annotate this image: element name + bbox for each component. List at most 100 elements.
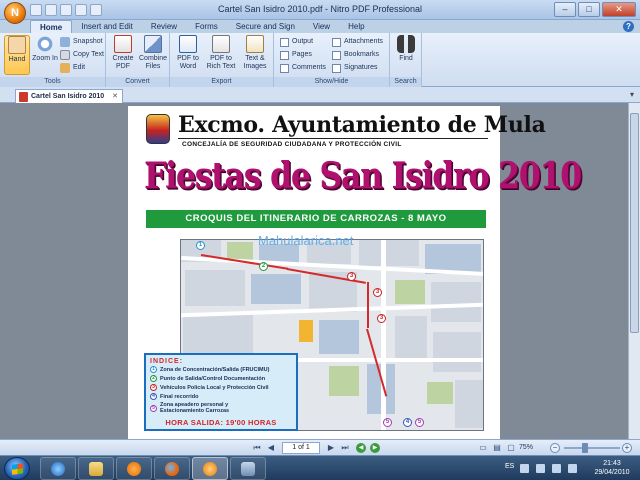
- scrollbar-thumb[interactable]: [630, 113, 639, 333]
- taskbar-media-player[interactable]: [116, 457, 152, 480]
- hand-icon: [8, 36, 26, 54]
- previous-page-icon[interactable]: ◀: [266, 443, 276, 453]
- pdf-file-icon: [19, 92, 28, 102]
- tray-flag-icon[interactable]: [536, 464, 545, 473]
- map-road: [381, 240, 386, 430]
- first-page-icon[interactable]: ⏮: [252, 443, 262, 453]
- taskbar-file-explorer[interactable]: [78, 457, 114, 480]
- pencil-icon: [60, 63, 70, 73]
- single-page-icon[interactable]: ▭: [478, 443, 488, 453]
- tab-insert-and-edit[interactable]: Insert and Edit: [72, 20, 142, 33]
- taskbar: ES 21:43 29/04/2010: [0, 455, 640, 480]
- tray-volume-icon[interactable]: [568, 464, 577, 473]
- legend-text: Punto de Salida/Control Documentación: [160, 375, 266, 382]
- nitro-pdf-icon: [203, 461, 217, 476]
- window-app-icon: [241, 461, 255, 476]
- zoom-out-icon[interactable]: −: [550, 443, 560, 453]
- pdf-to-rich-text-button[interactable]: PDF to Rich Text: [205, 35, 237, 75]
- tab-list-chevron-icon[interactable]: ▾: [630, 90, 634, 99]
- taskbar-nitro-pdf[interactable]: [192, 457, 228, 480]
- system-clock[interactable]: 21:43 29/04/2010: [589, 459, 635, 477]
- document-tab[interactable]: Cartel San Isidro 2010 ✕: [15, 89, 123, 103]
- last-page-icon[interactable]: ⏭: [340, 443, 350, 453]
- hand-tool-button[interactable]: Hand: [4, 35, 30, 75]
- tab-secure-and-sign[interactable]: Secure and Sign: [227, 20, 304, 33]
- create-pdf-label: Create PDF: [112, 55, 134, 70]
- zoom-slider-handle[interactable]: [582, 443, 588, 453]
- help-icon[interactable]: ?: [623, 21, 634, 32]
- tray-network-icon[interactable]: [552, 464, 561, 473]
- group-search: Find Search: [390, 33, 422, 87]
- fit-width-icon[interactable]: ▤: [492, 443, 502, 453]
- comments-toggle[interactable]: Comments: [280, 62, 326, 74]
- tab-review[interactable]: Review: [142, 20, 186, 33]
- legend-marker: 3: [150, 384, 157, 391]
- taskbar-internet-explorer[interactable]: [40, 457, 76, 480]
- document-viewer[interactable]: Excmo. Ayuntamiento de Mula CONCEJALÍA D…: [0, 103, 628, 439]
- bookmarks-toggle[interactable]: Bookmarks: [332, 49, 379, 61]
- page-number-field[interactable]: 1 of 1: [282, 442, 320, 454]
- zoom-in-icon[interactable]: +: [622, 443, 632, 453]
- next-page-icon[interactable]: ▶: [326, 443, 336, 453]
- snapshot-button[interactable]: Snapshot: [60, 36, 103, 48]
- output-toggle[interactable]: Output: [280, 36, 313, 48]
- tab-forms[interactable]: Forms: [186, 20, 227, 33]
- tab-home[interactable]: Home: [30, 20, 73, 33]
- zoom-in-button[interactable]: Zoom In: [32, 35, 58, 75]
- watermark-text: Mahulalarica.net: [258, 233, 354, 248]
- app-menu-button[interactable]: N: [4, 2, 26, 24]
- close-tab-icon[interactable]: ✕: [112, 90, 118, 103]
- minimize-button[interactable]: –: [554, 2, 576, 17]
- back-view-icon[interactable]: ◀: [356, 443, 366, 453]
- pages-checkbox[interactable]: [280, 50, 289, 60]
- legend-marker: 4: [150, 393, 157, 400]
- legend-text: Zona apeadero personal y Estacionamiento…: [160, 402, 230, 414]
- municipal-seal-logo: [146, 114, 170, 144]
- maximize-button[interactable]: □: [578, 2, 600, 17]
- signatures-toggle[interactable]: Signatures: [332, 62, 377, 74]
- vertical-scrollbar[interactable]: [628, 103, 640, 439]
- pages-toggle[interactable]: Pages: [280, 49, 312, 61]
- zoom-slider-track[interactable]: [564, 447, 620, 449]
- zoom-level[interactable]: 75%: [519, 442, 533, 454]
- pdf-to-word-button[interactable]: PDF to Word: [174, 35, 202, 75]
- rich-text-icon: [212, 35, 230, 53]
- find-button[interactable]: Find: [393, 35, 419, 75]
- bookmarks-checkbox[interactable]: [332, 50, 341, 60]
- attachments-toggle[interactable]: Attachments: [332, 36, 383, 48]
- copy-icon: [60, 50, 70, 60]
- group-label-search: Search: [390, 77, 421, 87]
- app-badge: N: [11, 7, 19, 19]
- map-park: [329, 366, 359, 396]
- map-park: [395, 280, 425, 304]
- combine-files-button[interactable]: Combine Files: [139, 35, 167, 75]
- create-pdf-button[interactable]: Create PDF: [111, 35, 135, 75]
- language-indicator[interactable]: ES: [505, 463, 514, 470]
- signatures-checkbox[interactable]: [332, 63, 341, 73]
- tab-view[interactable]: View: [304, 20, 339, 33]
- taskbar-app[interactable]: [230, 457, 266, 480]
- text-images-button[interactable]: Text & Images: [240, 35, 270, 75]
- map-block: [183, 314, 253, 354]
- tab-help[interactable]: Help: [339, 20, 373, 33]
- attachments-checkbox[interactable]: [332, 37, 341, 47]
- pdf-to-rich-text-label: PDF to Rich Text: [206, 55, 236, 70]
- hand-label: Hand: [8, 56, 26, 63]
- fit-page-icon[interactable]: ▢: [506, 443, 516, 453]
- taskbar-firefox[interactable]: [154, 457, 190, 480]
- output-checkbox[interactable]: [280, 37, 289, 47]
- map-marker-3c: 3: [377, 314, 386, 323]
- edit-button[interactable]: Edit: [60, 62, 85, 74]
- title-bar: Cartel San Isidro 2010.pdf - Nitro PDF P…: [0, 0, 640, 20]
- close-button[interactable]: ✕: [602, 2, 636, 17]
- forward-view-icon[interactable]: ▶: [370, 443, 380, 453]
- comments-checkbox[interactable]: [280, 63, 289, 73]
- start-button[interactable]: [4, 457, 30, 480]
- copy-text-button[interactable]: Copy Text: [60, 49, 104, 61]
- binoculars-icon: [397, 35, 415, 53]
- group-label-tools: Tools: [0, 77, 105, 87]
- map-marker-4: 4: [403, 418, 412, 427]
- clock-time: 21:43: [603, 460, 621, 467]
- group-tools: Hand Zoom In Snapshot Copy Text Edit Too…: [0, 33, 106, 87]
- tray-help-icon[interactable]: [520, 464, 529, 473]
